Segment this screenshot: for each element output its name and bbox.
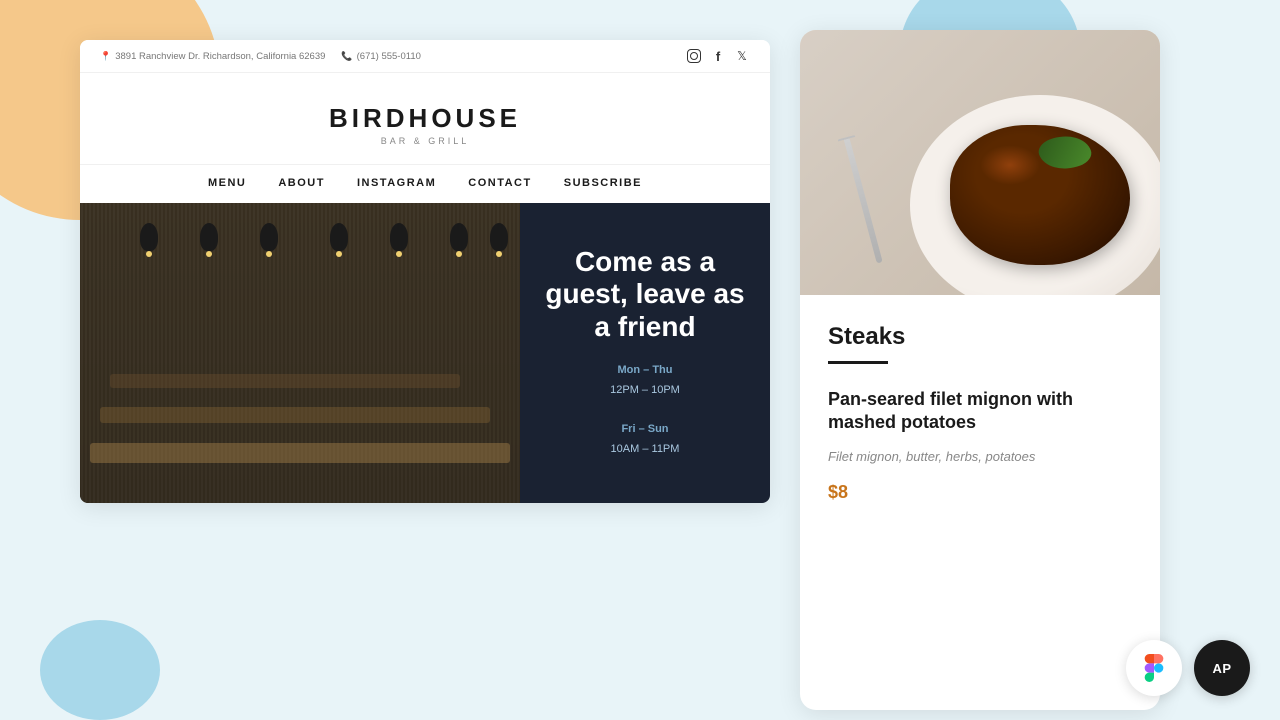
ig-icon-shape: [687, 49, 701, 63]
site-nav: MENU ABOUT INSTAGRAM CONTACT SUBSCRIBE: [80, 164, 770, 203]
hero-content: Come as a guest, leave as a friend Mon –…: [520, 203, 770, 503]
figma-button[interactable]: [1126, 640, 1182, 696]
logo-name: BIRDHOUSE: [100, 103, 750, 134]
table-row-3: [110, 374, 460, 388]
nav-subscribe[interactable]: SUBSCRIBE: [564, 177, 642, 189]
instagram-icon[interactable]: [686, 48, 702, 64]
topbar-left: 3891 Ranchview Dr. Richardson, Californi…: [100, 51, 421, 62]
ap-button[interactable]: AP: [1194, 640, 1250, 696]
address-text: 3891 Ranchview Dr. Richardson, Californi…: [115, 51, 325, 62]
ceiling-light-7: [490, 223, 508, 251]
hours-time-weekend: 10AM – 11PM: [610, 440, 680, 460]
steak: [950, 125, 1130, 265]
steak-highlight: [980, 145, 1040, 185]
site-header: BIRDHOUSE BAR & GRILL: [80, 73, 770, 164]
topbar: 3891 Ranchview Dr. Richardson, Californi…: [80, 40, 770, 73]
hero-image: [80, 203, 520, 503]
nav-menu[interactable]: MENU: [208, 177, 246, 189]
food-image: [800, 30, 1160, 295]
ceiling-light-3: [260, 223, 278, 251]
food-description: Filet mignon, butter, herbs, potatoes: [828, 447, 1132, 467]
hero-hours: Mon – Thu 12PM – 10PM Fri – Sun 10AM – 1…: [610, 361, 680, 460]
bottom-buttons: AP: [1126, 640, 1250, 696]
nav-contact[interactable]: CONTACT: [468, 177, 531, 189]
table-row-1: [90, 443, 510, 463]
ap-label: AP: [1212, 661, 1231, 676]
hours-label-weekend: Fri – Sun: [610, 420, 680, 440]
pin-icon: [100, 51, 111, 62]
phone-text: (671) 555-0110: [357, 51, 421, 62]
food-card: Steaks Pan-seared filet mignon with mash…: [800, 30, 1160, 710]
phone-icon: [341, 51, 352, 62]
nav-instagram[interactable]: INSTAGRAM: [357, 177, 436, 189]
hours-time-weekday: 12PM – 10PM: [610, 381, 680, 401]
food-item-name: Pan-seared filet mignon with mashed pota…: [828, 388, 1132, 435]
main-container: 3891 Ranchview Dr. Richardson, Californi…: [0, 0, 1280, 720]
topbar-address: 3891 Ranchview Dr. Richardson, Californi…: [100, 51, 325, 62]
restaurant-bg: [80, 203, 520, 503]
website-mockup: 3891 Ranchview Dr. Richardson, Californi…: [80, 40, 770, 503]
food-divider: [828, 361, 888, 364]
food-info: Steaks Pan-seared filet mignon with mash…: [800, 295, 1160, 523]
logo-tagline: BAR & GRILL: [100, 136, 750, 146]
figma-logo-icon: [1140, 654, 1168, 682]
hours-label-weekday: Mon – Thu: [610, 361, 680, 381]
ceiling-light-4: [330, 223, 348, 251]
food-category: Steaks: [828, 323, 1132, 351]
ceiling-light-6: [450, 223, 468, 251]
twitter-icon[interactable]: [734, 48, 750, 64]
ceiling-light-2: [200, 223, 218, 251]
topbar-phone: (671) 555-0110: [341, 51, 420, 62]
hero-title: Come as a guest, leave as a friend: [540, 246, 750, 343]
food-price: $8: [828, 482, 1132, 503]
nav-about[interactable]: ABOUT: [278, 177, 325, 189]
table-row-2: [100, 407, 490, 423]
topbar-social-icons: [686, 48, 750, 64]
facebook-icon[interactable]: [710, 48, 726, 64]
ceiling-light-5: [390, 223, 408, 251]
hero-section: Come as a guest, leave as a friend Mon –…: [80, 203, 770, 503]
ceiling-light-1: [140, 223, 158, 251]
